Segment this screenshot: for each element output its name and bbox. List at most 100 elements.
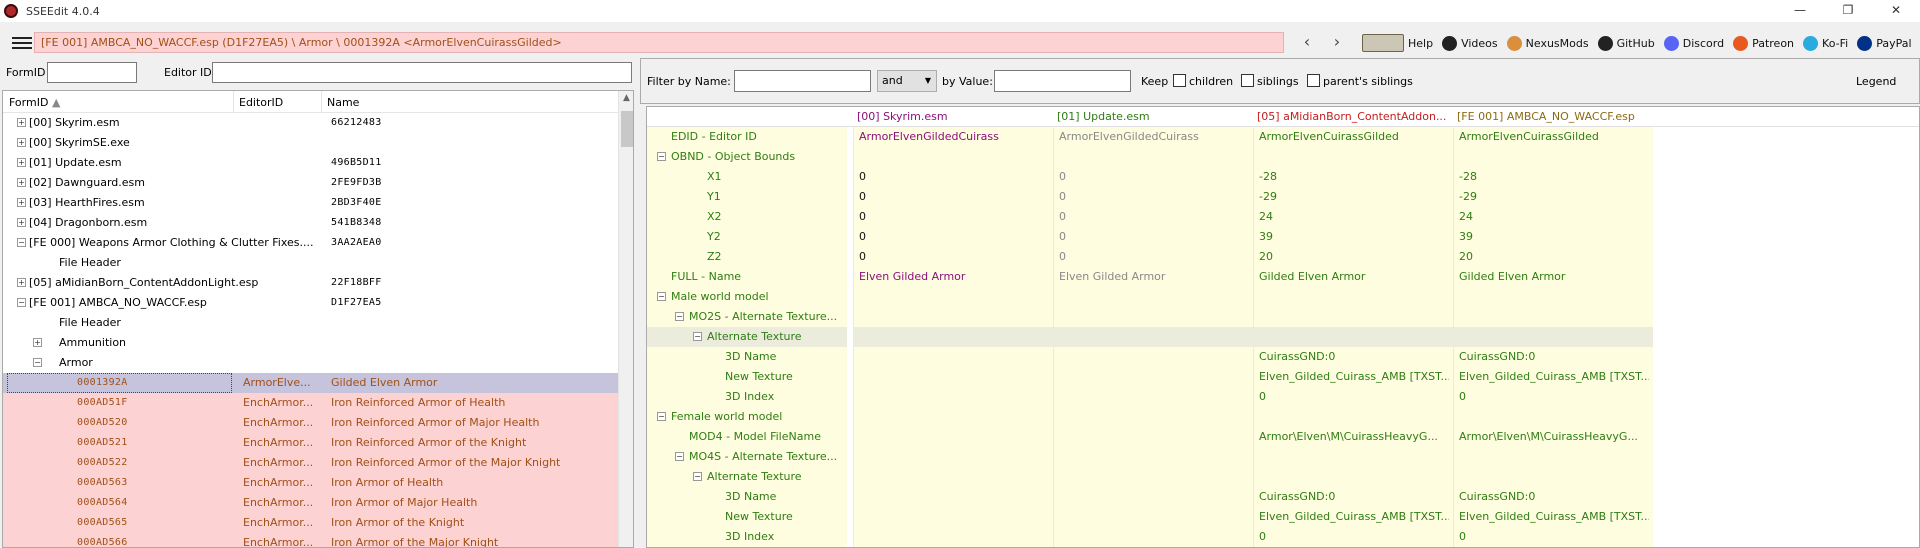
expand-icon[interactable]: + [17, 178, 26, 187]
field-value[interactable]: 20 [1259, 247, 1449, 267]
field-value[interactable]: 0 [859, 187, 1049, 207]
grid-row[interactable]: Y2 0 0 39 39 [647, 227, 1919, 247]
tree-scrollbar[interactable]: ▲ [618, 91, 633, 547]
editorid-column-header[interactable]: EditorID [239, 96, 283, 109]
tree-record-row[interactable]: 000AD563 EnchArmor... Iron Armor of Health [3, 473, 618, 493]
collapse-icon[interactable]: − [657, 412, 666, 421]
expand-icon[interactable]: + [17, 158, 26, 167]
field-value[interactable]: -29 [1459, 187, 1649, 207]
formid-input[interactable] [47, 62, 137, 83]
link-github[interactable]: GitHub [1597, 35, 1655, 51]
back-button[interactable]: ‹ [1292, 32, 1322, 52]
collapse-icon[interactable]: − [693, 472, 702, 481]
tree-group-node[interactable]: + Ammunition [3, 333, 618, 353]
field-value[interactable]: Elven_Gilded_Cuirass_AMB [TXST... [1459, 367, 1649, 387]
field-value[interactable]: 0 [1459, 387, 1649, 407]
field-value[interactable]: Armor\Elven\M\CuirassHeavyG... [1259, 427, 1449, 447]
grid-row[interactable]: EDID - Editor ID ArmorElvenGildedCuirass A… [647, 127, 1919, 147]
field-value[interactable]: ArmorElvenCuirassGilded [1459, 127, 1649, 147]
field-value[interactable]: CuirassGND:0 [1259, 487, 1449, 507]
link-patreon[interactable]: Patreon [1733, 35, 1794, 51]
grid-row[interactable]: − Female world model [647, 407, 1919, 427]
field-value[interactable]: 0 [1259, 387, 1449, 407]
collapse-icon[interactable]: − [675, 452, 684, 461]
grid-row[interactable]: 3D Name CuirassGND:0 CuirassGND:0 [647, 347, 1919, 367]
operator-select[interactable]: and ▼ [877, 70, 937, 92]
grid-row[interactable]: New Texture Elven_Gilded_Cuirass_AMB [TXS… [647, 367, 1919, 387]
collapse-icon[interactable]: − [693, 332, 702, 341]
collapse-icon[interactable]: − [675, 312, 684, 321]
field-value[interactable]: 0 [1059, 167, 1249, 187]
grid-row[interactable]: New Texture Elven_Gilded_Cuirass_AMB [TXS… [647, 507, 1919, 527]
tree-file-node[interactable]: + [03] HearthFires.esm 2BD3F40E [3, 193, 618, 213]
grid-row[interactable]: − Alternate Texture [647, 327, 1919, 347]
collapse-icon[interactable]: − [657, 152, 666, 161]
forward-button[interactable]: › [1322, 32, 1352, 52]
field-value[interactable]: 24 [1259, 207, 1449, 227]
tree-file-node[interactable]: + [01] Update.esm 496B5D11 [3, 153, 618, 173]
expand-icon[interactable]: + [17, 138, 26, 147]
grid-row[interactable]: − Alternate Texture [647, 467, 1919, 487]
grid-row[interactable]: 3D Index 0 0 [647, 387, 1919, 407]
field-value[interactable]: -28 [1259, 167, 1449, 187]
grid-row[interactable]: − MO4S - Alternate Texture... [647, 447, 1919, 467]
file-column-header[interactable]: [05] aMidianBorn_ContentAddon... [1257, 110, 1446, 123]
field-value[interactable]: -29 [1259, 187, 1449, 207]
field-value[interactable]: 0 [1059, 187, 1249, 207]
field-value[interactable]: 0 [1459, 527, 1649, 547]
grid-row[interactable]: Z2 0 0 20 20 [647, 247, 1919, 267]
field-value[interactable]: 39 [1259, 227, 1449, 247]
field-value[interactable]: 24 [1459, 207, 1649, 227]
field-value[interactable]: CuirassGND:0 [1459, 487, 1649, 507]
tree-group-node[interactable]: − Armor [3, 353, 618, 373]
file-column-header[interactable]: [FE 001] AMBCA_NO_WACCF.esp [1457, 110, 1635, 123]
tree-file-node[interactable]: + [02] Dawnguard.esm 2FE9FD3B [3, 173, 618, 193]
field-value[interactable]: 0 [859, 227, 1049, 247]
grid-row[interactable]: X1 0 0 -28 -28 [647, 167, 1919, 187]
close-button[interactable]: ✕ [1872, 0, 1920, 22]
field-value[interactable]: CuirassGND:0 [1459, 347, 1649, 367]
field-value[interactable]: 20 [1459, 247, 1649, 267]
field-value[interactable]: 0 [1059, 207, 1249, 227]
tree-record-row[interactable]: 000AD564 EnchArmor... Iron Armor of Major … [3, 493, 618, 513]
expand-icon[interactable]: + [17, 218, 26, 227]
field-value[interactable]: Gilded Elven Armor [1259, 267, 1449, 287]
legend-button[interactable]: Legend [1856, 75, 1896, 88]
field-value[interactable]: Gilded Elven Armor [1459, 267, 1649, 287]
field-value[interactable]: -28 [1459, 167, 1649, 187]
children-checkbox[interactable] [1173, 74, 1186, 87]
link-help[interactable]: Help [1362, 34, 1433, 52]
collapse-icon[interactable]: − [657, 292, 666, 301]
field-value[interactable]: Armor\Elven\M\CuirassHeavyG... [1459, 427, 1649, 447]
grid-row[interactable]: − MO2S - Alternate Texture... [647, 307, 1919, 327]
collapse-icon[interactable]: − [17, 238, 26, 247]
field-value[interactable]: 0 [859, 167, 1049, 187]
grid-row[interactable]: − OBND - Object Bounds [647, 147, 1919, 167]
maximize-button[interactable]: ❐ [1824, 0, 1872, 22]
collapse-icon[interactable]: − [33, 358, 42, 367]
tree-record-row[interactable]: 0001392A ArmorElve... Gilded Elven Armor [3, 373, 618, 393]
link-paypal[interactable]: PayPal [1857, 35, 1912, 51]
tree-file-node[interactable]: − [FE 001] AMBCA_NO_WACCF.esp D1F27EA5 [3, 293, 618, 313]
tree-record-row[interactable]: 000AD565 EnchArmor... Iron Armor of the Kn… [3, 513, 618, 533]
tree-record-row[interactable]: 000AD566 EnchArmor... Iron Armor of the Ma… [3, 533, 618, 547]
expand-icon[interactable]: + [17, 278, 26, 287]
field-value[interactable]: ArmorElvenGildedCuirass [1059, 127, 1249, 147]
field-value[interactable]: ArmorElvenGildedCuirass [859, 127, 1049, 147]
grid-row[interactable]: 3D Index 0 0 [647, 527, 1919, 547]
file-column-header[interactable]: [00] Skyrim.esm [857, 110, 948, 123]
tree-group-node[interactable]: File Header [3, 313, 618, 333]
menu-icon[interactable] [10, 34, 34, 52]
filter-value-input[interactable] [994, 70, 1131, 92]
grid-row[interactable]: − Male world model [647, 287, 1919, 307]
expand-icon[interactable]: + [33, 338, 42, 347]
scroll-up-icon[interactable]: ▲ [623, 93, 630, 103]
tree-file-node[interactable]: + [05] aMidianBorn_ContentAddonLight.esp 2… [3, 273, 618, 293]
field-value[interactable]: 0 [859, 207, 1049, 227]
field-value[interactable]: 0 [1059, 247, 1249, 267]
field-value[interactable]: Elven Gilded Armor [859, 267, 1049, 287]
field-value[interactable]: 0 [1259, 527, 1449, 547]
grid-row[interactable]: Y1 0 0 -29 -29 [647, 187, 1919, 207]
file-column-header[interactable]: [01] Update.esm [1057, 110, 1150, 123]
link-videos[interactable]: Videos [1442, 35, 1498, 51]
